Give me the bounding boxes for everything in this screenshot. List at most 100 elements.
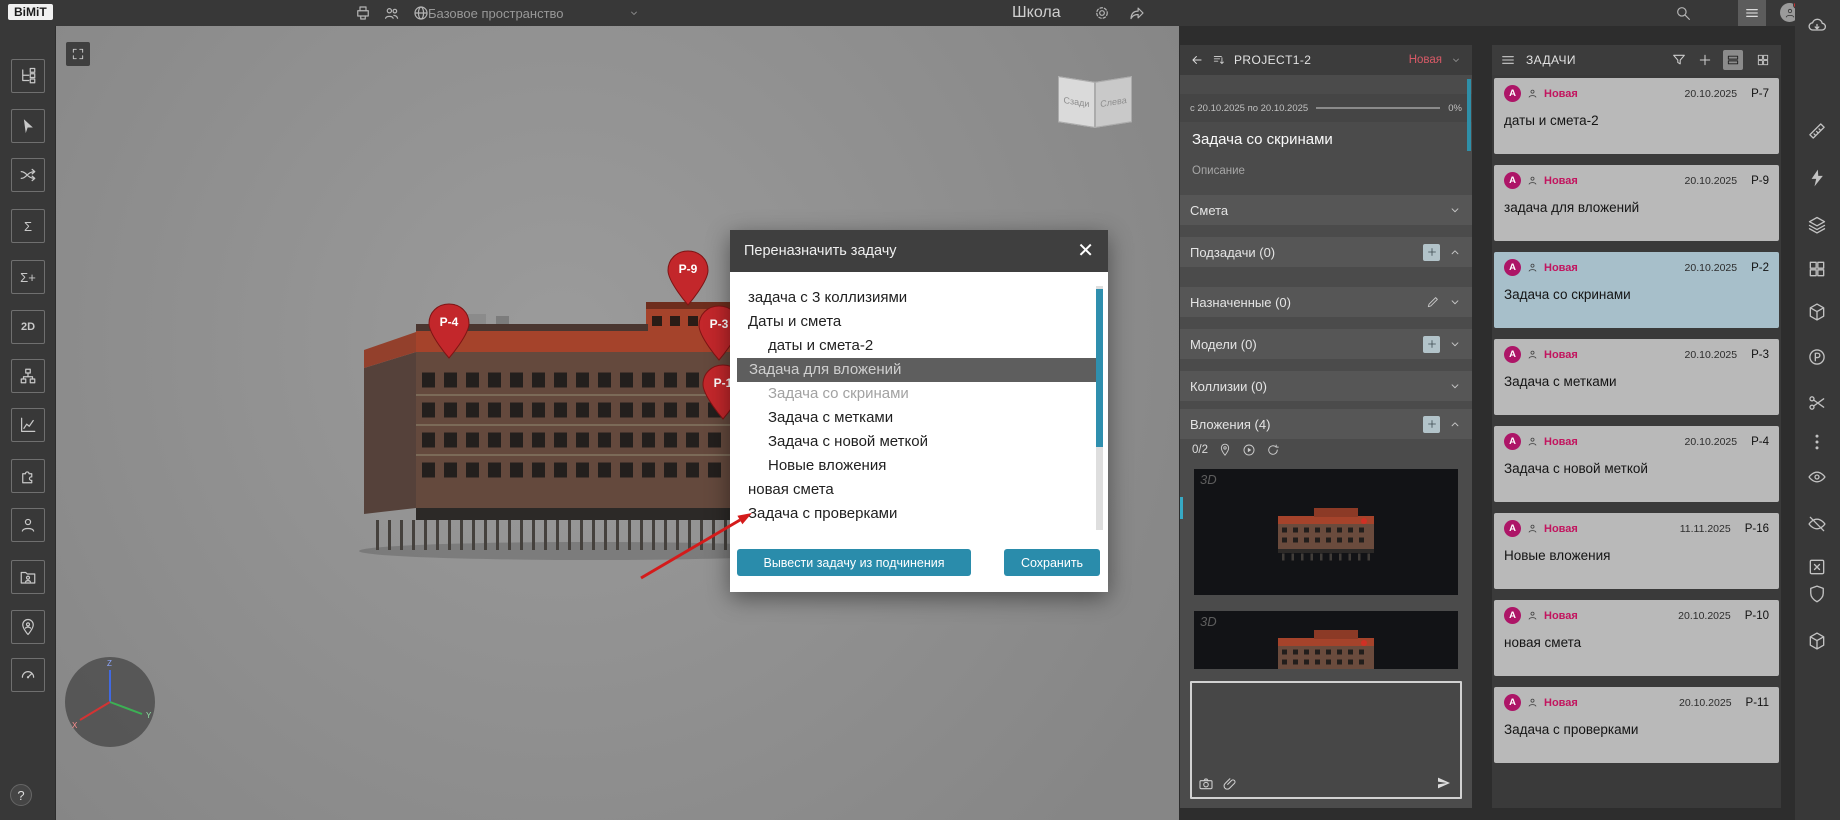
flash-icon[interactable] xyxy=(1807,168,1827,188)
task-card[interactable]: A Новая 20.10.2025 P-4 Задача с новой ме… xyxy=(1494,426,1779,502)
2d-view-button[interactable]: 2D xyxy=(11,310,45,344)
chevron-down-icon[interactable] xyxy=(1448,295,1462,309)
attach-file-icon[interactable] xyxy=(1222,776,1238,792)
export-model-icon[interactable] xyxy=(1807,631,1827,651)
attachment-thumbnail[interactable]: 3D xyxy=(1194,469,1458,595)
back-icon[interactable] xyxy=(1190,53,1204,67)
search-icon[interactable] xyxy=(1674,4,1692,22)
task-tree-item[interactable]: Задача с новой меткой xyxy=(730,430,1108,454)
task-card[interactable]: A Новая 11.11.2025 P-16 Новые вложения xyxy=(1494,513,1779,589)
layers-icon[interactable] xyxy=(1807,215,1827,235)
sort-icon[interactable] xyxy=(1212,53,1226,67)
team-icon[interactable] xyxy=(383,4,401,22)
scrollbar-thumb[interactable] xyxy=(1096,289,1103,447)
grid-icon[interactable] xyxy=(1807,259,1827,279)
task-card-selected[interactable]: A Новая 20.10.2025 P-2 Задача со скринам… xyxy=(1494,252,1779,328)
user-location-button[interactable] xyxy=(11,610,45,644)
attachment-thumbnail[interactable]: 3D xyxy=(1194,611,1458,669)
task-card[interactable]: A Новая 20.10.2025 P-3 Задача с метками xyxy=(1494,339,1779,415)
chevron-up-icon[interactable] xyxy=(1448,417,1462,431)
refresh-icon[interactable] xyxy=(1266,443,1280,457)
close-icon[interactable]: ✕ xyxy=(1077,241,1094,261)
camera-icon[interactable] xyxy=(1198,776,1214,792)
model-cube-icon[interactable] xyxy=(1807,302,1827,322)
show-eye-icon[interactable] xyxy=(1807,467,1827,487)
list-view-button[interactable] xyxy=(1723,50,1743,70)
section-attachments[interactable]: Вложения (4) xyxy=(1180,409,1472,439)
add-icon[interactable] xyxy=(1423,336,1440,353)
shared-folder-button[interactable] xyxy=(11,560,45,594)
app-logo[interactable]: BiMiT xyxy=(8,4,53,20)
task-card[interactable]: A Новая 20.10.2025 P-11 Задача с проверк… xyxy=(1494,687,1779,763)
charts-button[interactable] xyxy=(11,408,45,442)
measure-icon[interactable] xyxy=(1807,121,1827,141)
chevron-down-icon[interactable] xyxy=(1448,203,1462,217)
task-tree-item[interactable]: новая смета xyxy=(730,478,1108,502)
section-collisions[interactable]: Коллизии (0) xyxy=(1180,371,1472,401)
progress-value: 0% xyxy=(1448,103,1462,114)
section-subtasks[interactable]: Подзадачи (0) xyxy=(1180,237,1472,267)
connections-button[interactable] xyxy=(11,158,45,192)
task-card[interactable]: A Новая 20.10.2025 P-7 даты и смета-2 xyxy=(1494,78,1779,154)
more-dots-icon[interactable] xyxy=(1807,432,1827,452)
hide-eye-icon[interactable] xyxy=(1807,514,1827,534)
section-cut-icon[interactable] xyxy=(1807,393,1827,413)
location-pin-icon[interactable] xyxy=(1218,443,1232,457)
share-icon[interactable] xyxy=(1128,4,1146,22)
structure-tree-button[interactable] xyxy=(11,59,45,93)
section-models[interactable]: Модели (0) xyxy=(1180,329,1472,359)
panel-scrollbar-thumb[interactable] xyxy=(1467,79,1471,151)
task-tree-item[interactable]: Задача с проверками xyxy=(730,502,1108,526)
comment-input[interactable] xyxy=(1190,681,1462,799)
shield-icon[interactable] xyxy=(1807,584,1827,604)
org-chart-button[interactable] xyxy=(11,359,45,393)
orientation-gizmo[interactable]: Z X Y xyxy=(62,654,158,750)
chevron-down-icon[interactable] xyxy=(1448,379,1462,393)
focus-selection-button[interactable] xyxy=(66,42,90,66)
task-tree-item[interactable]: Даты и смета xyxy=(730,310,1108,334)
chevron-down-icon[interactable] xyxy=(628,7,640,19)
settings-gear-icon[interactable] xyxy=(1093,4,1111,22)
plugins-button[interactable] xyxy=(11,459,45,493)
chevron-up-icon[interactable] xyxy=(1448,245,1462,259)
clear-selection-icon[interactable] xyxy=(1807,557,1827,577)
section-assignees[interactable]: Назначенные (0) xyxy=(1180,287,1472,317)
send-icon[interactable] xyxy=(1436,775,1452,791)
play-icon[interactable] xyxy=(1242,443,1256,457)
cloud-sync-icon[interactable] xyxy=(1807,15,1827,35)
edit-pencil-icon[interactable] xyxy=(1426,295,1440,309)
users-button[interactable] xyxy=(11,508,45,542)
sum-add-button[interactable]: Σ+ xyxy=(11,260,45,294)
sum-button[interactable]: Σ xyxy=(11,209,45,243)
section-estimate[interactable]: Смета xyxy=(1180,195,1472,225)
dialog-scrollbar[interactable] xyxy=(1096,286,1103,530)
task-tree-item[interactable]: Задача с метками xyxy=(730,406,1108,430)
filter-icon[interactable] xyxy=(1671,52,1687,68)
task-tree-item[interactable]: Новые вложения xyxy=(730,454,1108,478)
save-button[interactable]: Сохранить xyxy=(1004,549,1100,576)
add-icon[interactable] xyxy=(1423,244,1440,261)
map-pin[interactable]: P-9 xyxy=(666,249,710,307)
print-icon[interactable] xyxy=(354,4,372,22)
chevron-down-icon[interactable] xyxy=(1448,337,1462,351)
help-button[interactable]: ? xyxy=(10,784,32,806)
grid-view-button[interactable] xyxy=(1753,50,1773,70)
task-card[interactable]: A Новая 20.10.2025 P-10 новая смета xyxy=(1494,600,1779,676)
task-tree-item[interactable]: даты и смета-2 xyxy=(730,334,1108,358)
workspace-selector[interactable]: Базовое пространство xyxy=(428,6,564,21)
task-card[interactable]: A Новая 20.10.2025 P-9 задача для вложен… xyxy=(1494,165,1779,241)
dashboard-button[interactable] xyxy=(11,658,45,692)
add-icon[interactable] xyxy=(1423,416,1440,433)
chevron-down-icon[interactable] xyxy=(1450,54,1462,66)
task-tree-item-selected[interactable]: Задача для вложений xyxy=(737,358,1101,382)
add-task-icon[interactable] xyxy=(1697,52,1713,68)
view-cube[interactable]: Сзади Слева xyxy=(1058,76,1134,130)
plan-icon[interactable] xyxy=(1807,347,1827,367)
panels-toggle-button[interactable] xyxy=(1738,0,1766,26)
unassign-task-button[interactable]: Вывести задачу из подчинения xyxy=(737,549,971,576)
map-pin[interactable]: P-4 xyxy=(427,302,471,360)
status-badge[interactable]: Новая xyxy=(1409,54,1442,66)
task-tree-item[interactable]: задача с 3 коллизиями xyxy=(730,286,1108,310)
select-tool-button[interactable] xyxy=(11,109,45,143)
menu-icon[interactable] xyxy=(1500,52,1516,68)
